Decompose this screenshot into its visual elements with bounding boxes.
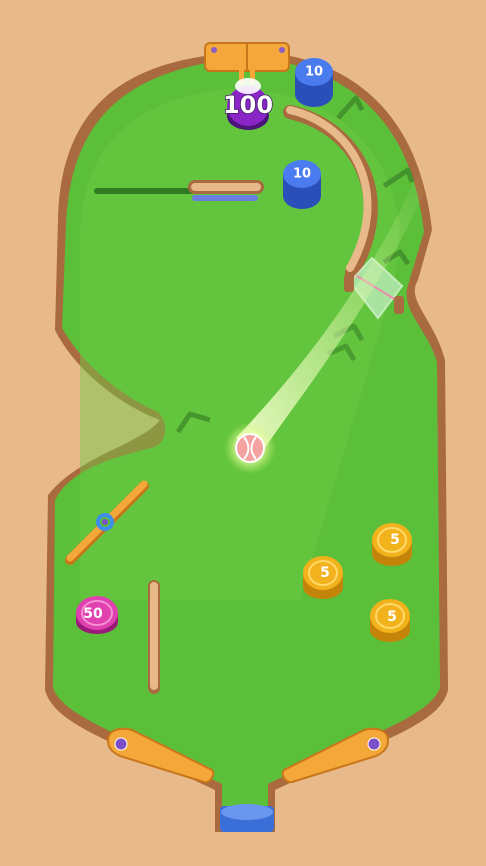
drain-hole — [220, 804, 274, 832]
bumper-gold-label: 5 — [387, 609, 397, 625]
top-bar-obstacle — [188, 180, 264, 201]
bumper-gold-label: 5 — [320, 565, 330, 581]
bumper-gold: 5 — [372, 523, 412, 566]
bumper-blue-top: 10 — [295, 58, 333, 107]
pinball-ball — [235, 433, 265, 463]
bumper-blue-top-label: 10 — [305, 65, 323, 80]
bumper-blue-mid: 10 — [283, 160, 321, 209]
top-lane-groove — [94, 188, 194, 194]
bumper-gold-label: 5 — [390, 532, 400, 548]
bumper-gold: 5 — [303, 556, 343, 599]
pinball-table: 100 10 10 50 5 5 5 — [45, 42, 448, 832]
bumper-pink: 50 — [76, 596, 118, 634]
bumper-gold: 5 — [370, 599, 410, 642]
target-100-label: 100 — [223, 91, 273, 119]
bumper-blue-mid-label: 10 — [293, 167, 311, 182]
bumper-pink-label: 50 — [83, 606, 103, 622]
